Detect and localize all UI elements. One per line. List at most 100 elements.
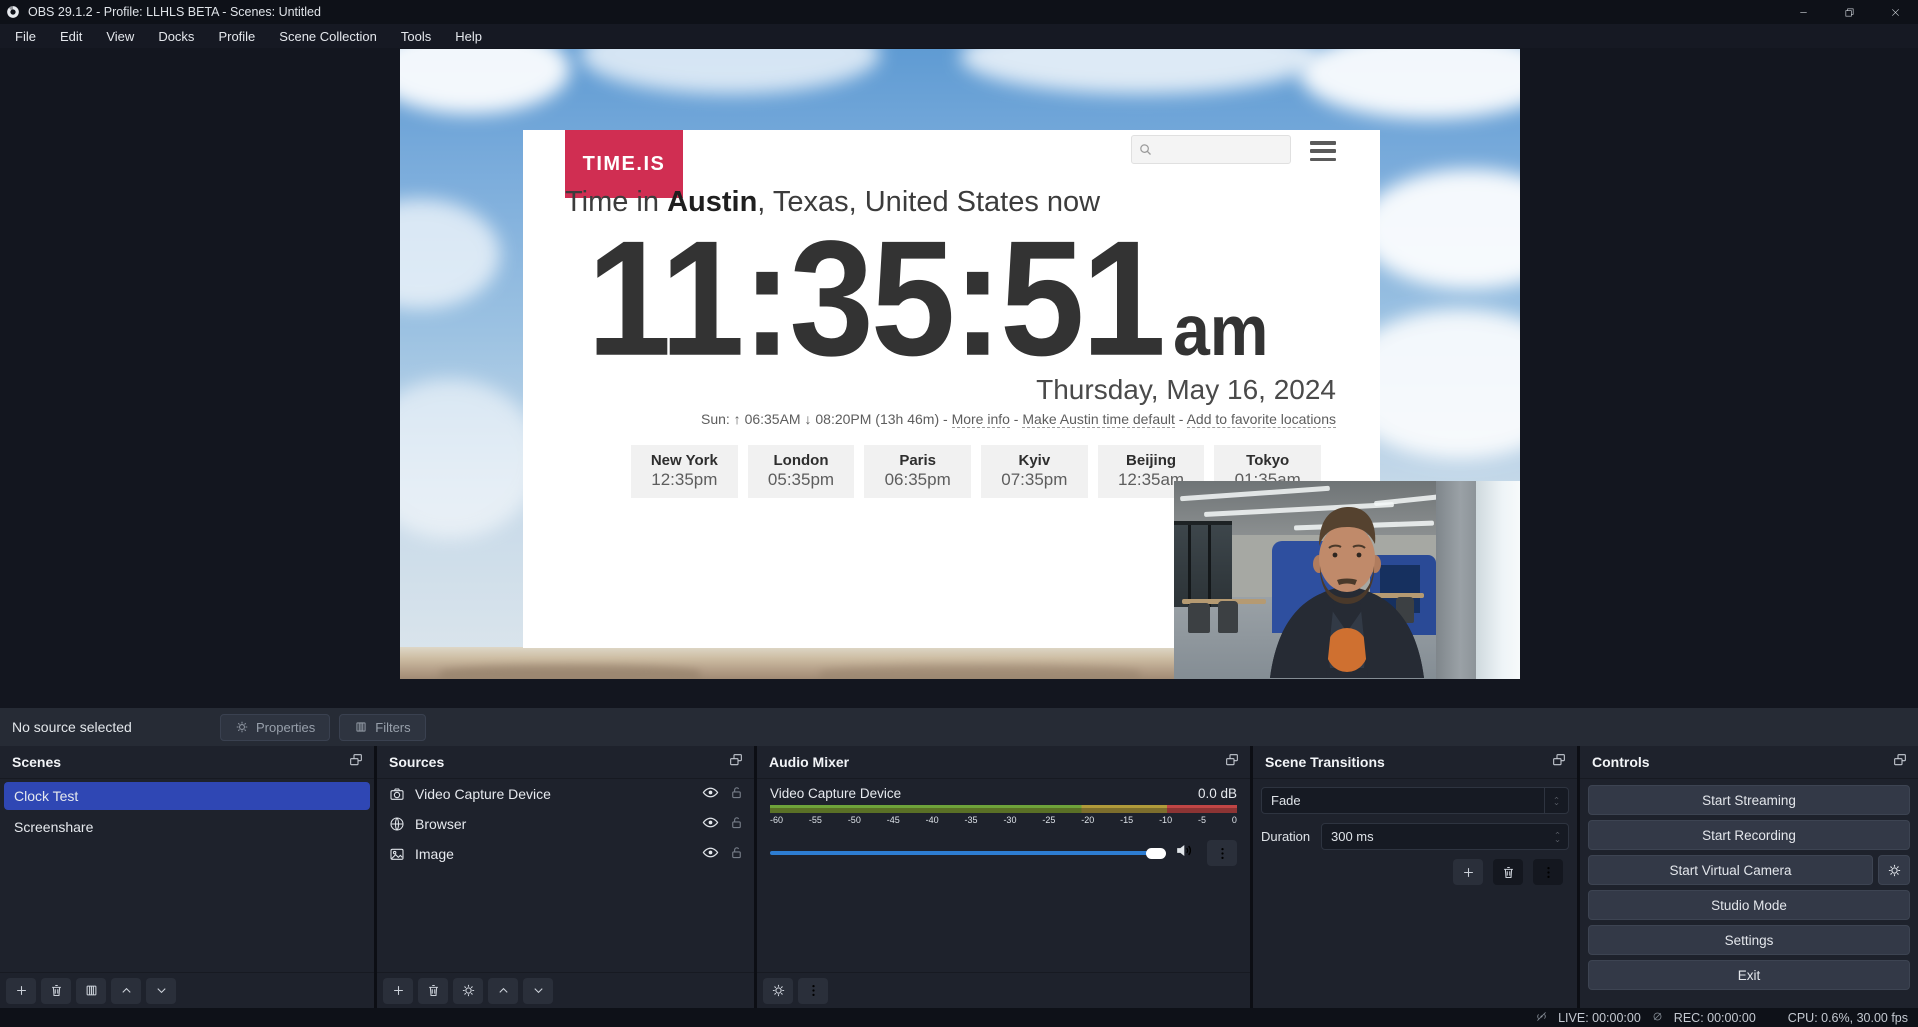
- remove-source-button[interactable]: [418, 978, 448, 1004]
- visibility-toggle[interactable]: [702, 784, 719, 804]
- popout-icon[interactable]: [728, 752, 744, 773]
- move-source-up-button[interactable]: [488, 978, 518, 1004]
- volume-meter: [770, 805, 1237, 813]
- remove-scene-button[interactable]: [41, 978, 71, 1004]
- scene-filters-button[interactable]: [76, 978, 106, 1004]
- menu-edit[interactable]: Edit: [49, 26, 93, 47]
- settings-button[interactable]: Settings: [1588, 925, 1910, 955]
- mixer-menu-button[interactable]: [798, 978, 828, 1004]
- mixer-channel-menu-button[interactable]: [1207, 840, 1237, 866]
- virtual-camera-settings-button[interactable]: [1878, 855, 1910, 885]
- trash-icon: [49, 983, 64, 998]
- scene-item-clock-test[interactable]: Clock Test: [4, 782, 370, 810]
- lock-toggle[interactable]: [729, 815, 744, 833]
- menu-profile[interactable]: Profile: [207, 26, 266, 47]
- source-status-text: No source selected: [12, 719, 220, 735]
- popout-icon[interactable]: [1224, 752, 1240, 773]
- transition-select[interactable]: Fade: [1261, 787, 1569, 814]
- chevron-down-icon: [154, 983, 169, 998]
- chevron-up-icon: [119, 983, 134, 998]
- menu-help[interactable]: Help: [444, 26, 493, 47]
- exit-button[interactable]: Exit: [1588, 960, 1910, 990]
- webcam-overlay[interactable]: [1174, 481, 1520, 679]
- hamburger-menu-icon[interactable]: [1310, 141, 1336, 161]
- add-favorite-link[interactable]: Add to favorite locations: [1187, 411, 1336, 428]
- meridiem: am: [1173, 290, 1268, 370]
- lock-icon: [729, 845, 744, 860]
- obs-logo-icon: [6, 5, 20, 19]
- move-scene-down-button[interactable]: [146, 978, 176, 1004]
- more-info-link[interactable]: More info: [952, 411, 1010, 428]
- add-transition-button[interactable]: [1453, 859, 1483, 885]
- filters-button[interactable]: Filters: [339, 714, 425, 741]
- lock-toggle[interactable]: [729, 785, 744, 803]
- filter-icon: [354, 720, 368, 734]
- world-time-london[interactable]: London05:35pm: [748, 445, 855, 498]
- menu-tools[interactable]: Tools: [390, 26, 442, 47]
- sources-panel-title: Sources: [389, 754, 444, 770]
- lock-toggle[interactable]: [729, 845, 744, 863]
- rec-timer: REC: 00:00:00: [1674, 1011, 1756, 1025]
- remove-transition-button[interactable]: [1493, 859, 1523, 885]
- volume-slider[interactable]: [770, 851, 1148, 855]
- source-row-video-capture[interactable]: Video Capture Device: [377, 779, 754, 809]
- add-scene-button[interactable]: [6, 978, 36, 1004]
- speaker-icon: [1174, 841, 1193, 860]
- source-row-browser[interactable]: Browser: [377, 809, 754, 839]
- transition-properties-button[interactable]: [1533, 859, 1563, 885]
- cloud: [580, 49, 880, 94]
- volume-slider-handle[interactable]: [1146, 848, 1166, 859]
- restore-button[interactable]: [1826, 0, 1872, 24]
- spinner-arrows-icon[interactable]: [1546, 830, 1568, 844]
- program-video[interactable]: TIME.IS Time in Austin, Texas, United St…: [400, 49, 1520, 679]
- meter-scale: -60-55-50-45-40-35-30-25-20-15-10-50: [770, 815, 1237, 825]
- add-source-button[interactable]: [383, 978, 413, 1004]
- source-properties-button[interactable]: [453, 978, 483, 1004]
- lock-icon: [729, 815, 744, 830]
- chevron-down-icon: [531, 983, 546, 998]
- close-button[interactable]: [1872, 0, 1918, 24]
- popout-icon[interactable]: [348, 752, 364, 773]
- visibility-toggle[interactable]: [702, 814, 719, 834]
- popout-icon[interactable]: [1551, 752, 1567, 773]
- properties-button[interactable]: Properties: [220, 714, 330, 741]
- world-time-paris[interactable]: Paris06:35pm: [864, 445, 971, 498]
- date-display: Thursday, May 16, 2024: [1036, 374, 1336, 406]
- mute-toggle[interactable]: [1174, 841, 1193, 865]
- live-timer: LIVE: 00:00:00: [1558, 1011, 1641, 1025]
- studio-mode-button[interactable]: Studio Mode: [1588, 890, 1910, 920]
- mixer-level-db: 0.0 dB: [1198, 786, 1237, 801]
- world-time-kyiv[interactable]: Kyiv07:35pm: [981, 445, 1088, 498]
- obs-window: OBS 29.1.2 - Profile: LLHLS BETA - Scene…: [0, 0, 1918, 1027]
- menu-file[interactable]: File: [4, 26, 47, 47]
- person-webcam: [1242, 499, 1452, 679]
- source-row-image[interactable]: Image: [377, 839, 754, 869]
- dots-icon: [806, 983, 821, 998]
- sun-info-line: Sun: ↑ 06:35AM ↓ 08:20PM (13h 46m) - Mor…: [701, 411, 1336, 427]
- trash-icon: [426, 983, 441, 998]
- cpu-fps-stats: CPU: 0.6%, 30.00 fps: [1788, 1011, 1908, 1025]
- minimize-button[interactable]: [1780, 0, 1826, 24]
- menu-view[interactable]: View: [95, 26, 145, 47]
- duration-input[interactable]: 300 ms: [1321, 823, 1569, 850]
- preview-area[interactable]: TIME.IS Time in Austin, Texas, United St…: [0, 48, 1918, 708]
- menu-scene-collection[interactable]: Scene Collection: [268, 26, 388, 47]
- cloud: [960, 49, 1320, 94]
- popout-icon[interactable]: [1892, 752, 1908, 773]
- controls-panel: Controls Start Streaming Start Recording…: [1580, 746, 1918, 1008]
- start-recording-button[interactable]: Start Recording: [1588, 820, 1910, 850]
- move-scene-up-button[interactable]: [111, 978, 141, 1004]
- menu-docks[interactable]: Docks: [147, 26, 205, 47]
- controls-panel-title: Controls: [1592, 754, 1650, 770]
- scene-item-screenshare[interactable]: Screenshare: [4, 813, 370, 841]
- search-input[interactable]: [1131, 135, 1291, 164]
- move-source-down-button[interactable]: [523, 978, 553, 1004]
- start-virtual-camera-button[interactable]: Start Virtual Camera: [1588, 855, 1873, 885]
- gear-icon: [1887, 863, 1902, 878]
- start-streaming-button[interactable]: Start Streaming: [1588, 785, 1910, 815]
- world-time-newyork[interactable]: New York12:35pm: [631, 445, 738, 498]
- make-default-link[interactable]: Make Austin time default: [1022, 411, 1175, 428]
- advanced-audio-button[interactable]: [763, 978, 793, 1004]
- cloud: [400, 49, 570, 114]
- visibility-toggle[interactable]: [702, 844, 719, 864]
